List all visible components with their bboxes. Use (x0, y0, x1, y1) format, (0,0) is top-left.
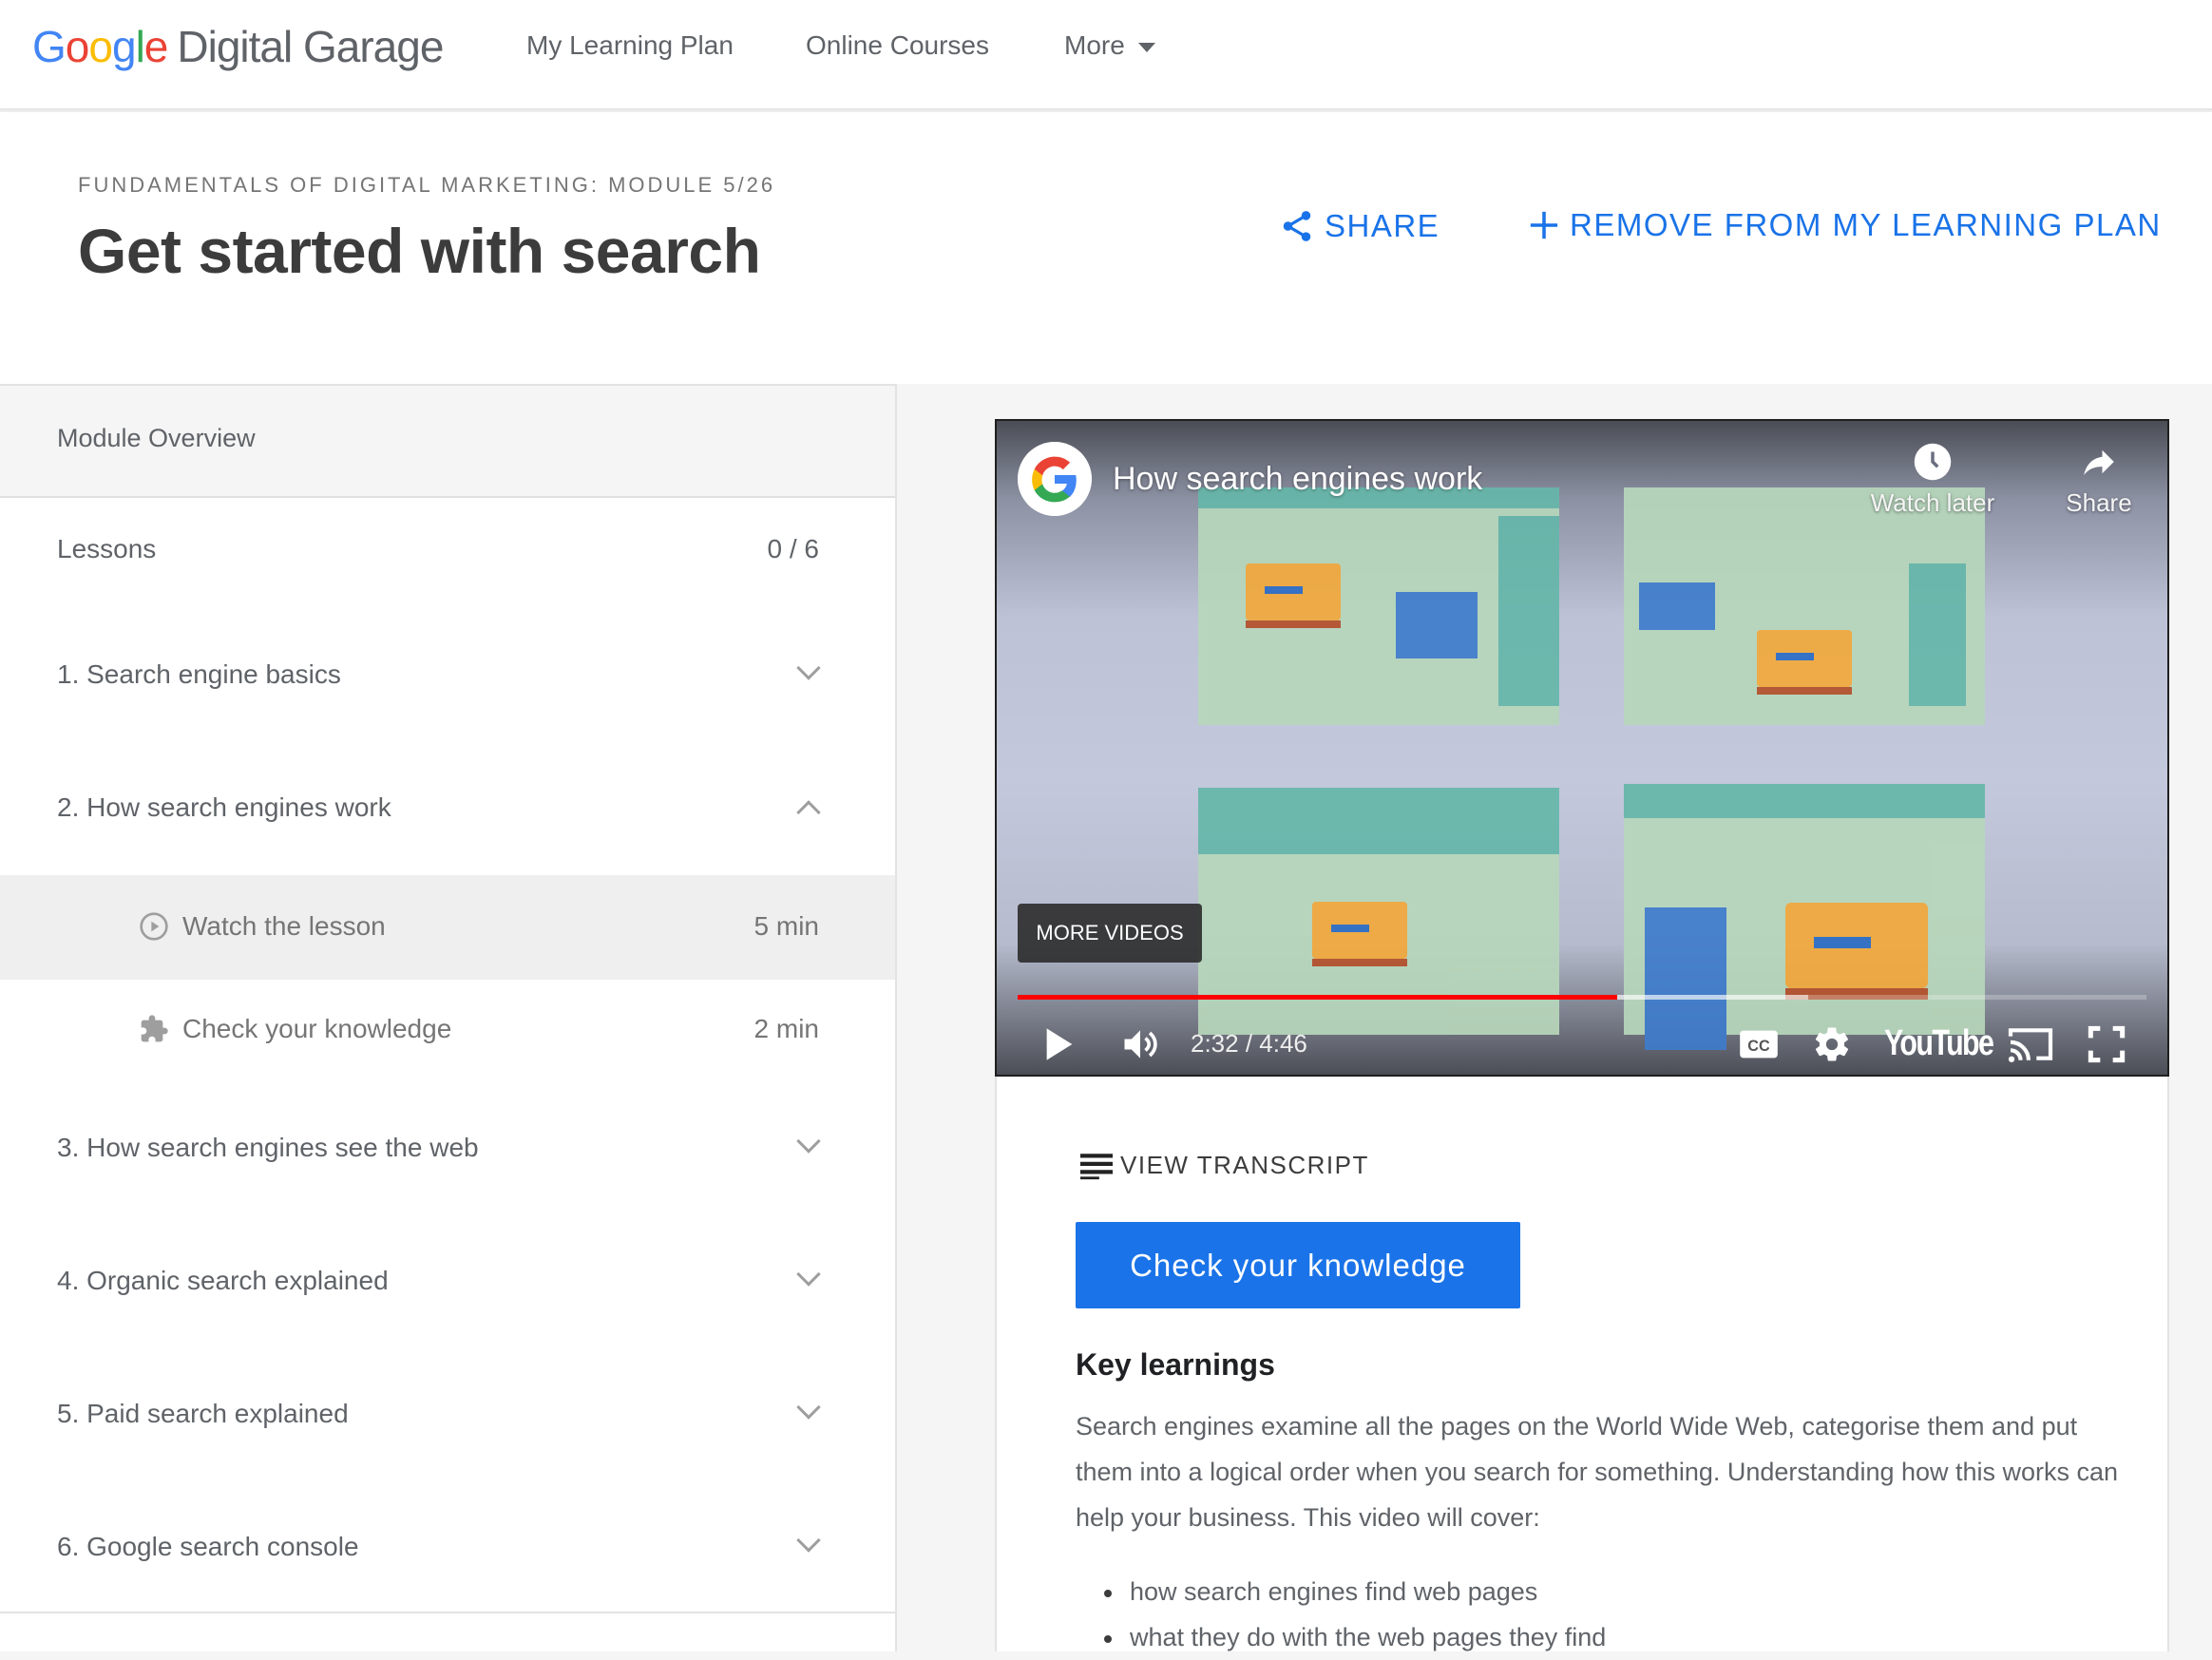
video-time: 2:32 / 4:46 (1191, 1029, 1307, 1058)
lesson-item-5[interactable]: 5. Paid search explained (0, 1376, 895, 1452)
lesson-label: 6. Google search console (57, 1532, 359, 1561)
lessons-progress: 0 / 6 (767, 534, 819, 563)
cc-icon: CC (1740, 1030, 1778, 1059)
share-icon (1283, 211, 1311, 241)
key-learnings-list: how search engines find web pages what t… (1104, 1569, 1606, 1660)
more-videos-button[interactable]: MORE VIDEOS (1018, 904, 1202, 963)
lesson-item-2[interactable]: 2. How search engines work (0, 770, 895, 846)
remove-label: REMOVE FROM MY LEARNING PLAN (1570, 207, 2162, 242)
video-share-button[interactable]: Share (2051, 442, 2146, 518)
lesson-sidebar: Module Overview Lessons 0 / 6 1. Search … (0, 384, 897, 1651)
lesson-label: 4. Organic search explained (57, 1266, 389, 1295)
subitem-duration: 5 min (753, 911, 819, 941)
logo-letter: l (135, 22, 145, 71)
lesson-label: 5. Paid search explained (57, 1399, 349, 1428)
sidebar-divider (0, 1612, 895, 1613)
subitem-check-knowledge[interactable]: Check your knowledge 2 min (0, 980, 895, 1084)
fullscreen-icon (2088, 1025, 2126, 1063)
remove-from-learning-plan-button[interactable]: REMOVE FROM MY LEARNING PLAN (1528, 207, 2162, 243)
share-label: SHARE (1325, 208, 1440, 243)
video-frame-panel (1624, 487, 1985, 725)
gear-icon (1815, 1027, 1849, 1061)
transcript-label: VIEW TRANSCRIPT (1120, 1151, 1369, 1179)
breadcrumb: FUNDAMENTALS OF DIGITAL MARKETING: MODUL… (78, 173, 776, 197)
svg-text:CC: CC (1747, 1038, 1770, 1055)
nav-online-courses[interactable]: Online Courses (806, 30, 989, 61)
subitem-label: Watch the lesson (182, 911, 386, 941)
page-title: Get started with search (78, 216, 761, 286)
watch-later-button[interactable]: Watch later (1861, 442, 2004, 518)
check-your-knowledge-button[interactable]: Check your knowledge (1076, 1222, 1520, 1308)
share-button[interactable]: SHARE (1279, 207, 1440, 245)
caret-down-icon (1137, 42, 1155, 52)
list-item: what they do with the web pages they fin… (1104, 1614, 1606, 1660)
logo-letter: o (88, 22, 113, 71)
clock-icon (1914, 443, 1952, 481)
logo-letter: G (32, 22, 67, 71)
subitem-watch-lesson[interactable]: Watch the lesson 5 min (0, 875, 895, 980)
nav-more-menu[interactable]: More (1064, 30, 1155, 61)
top-navigation-bar: Google Digital Garage My Learning Plan O… (0, 0, 2212, 110)
share-label: Share (2066, 488, 2132, 517)
lesson-item-6[interactable]: 6. Google search console (0, 1509, 895, 1585)
lessons-header: Lessons 0 / 6 (0, 526, 895, 574)
lesson-label: 3. How search engines see the web (57, 1133, 479, 1162)
video-player[interactable]: How search engines work Watch later Shar… (995, 419, 2169, 1077)
cast-icon (2008, 1028, 2053, 1062)
logo-suffix: Digital Garage (177, 22, 444, 71)
transcript-icon (1080, 1153, 1113, 1179)
volume-button[interactable] (1118, 1018, 1162, 1071)
module-overview-label: Module Overview (57, 424, 256, 452)
youtube-logo[interactable]: YouTube (1884, 1023, 1994, 1064)
key-learnings-text: Search engines examine all the pages on … (1076, 1412, 2119, 1532)
plus-icon (1530, 211, 1558, 239)
settings-button[interactable] (1812, 1018, 1852, 1071)
list-item: how search engines find web pages (1104, 1569, 1606, 1614)
google-digital-garage-logo[interactable]: Google Digital Garage (32, 21, 444, 78)
chevron-up-icon[interactable] (796, 800, 821, 825)
lessons-label: Lessons (57, 534, 157, 563)
subitem-label: Check your knowledge (182, 1014, 452, 1043)
module-overview-item[interactable]: Module Overview (0, 384, 895, 498)
lesson-label: 2. How search engines work (57, 792, 391, 822)
page-header: FUNDAMENTALS OF DIGITAL MARKETING: MODUL… (0, 112, 2212, 384)
watch-later-label: Watch later (1870, 488, 1995, 517)
chevron-down-icon[interactable] (796, 1395, 821, 1420)
video-title[interactable]: How search engines work (1113, 461, 1482, 498)
logo-letter: o (65, 22, 90, 71)
lesson-item-1[interactable]: 1. Search engine basics (0, 637, 895, 713)
google-channel-icon[interactable] (1018, 442, 1092, 516)
lesson-item-4[interactable]: 4. Organic search explained (0, 1243, 895, 1319)
subitem-duration: 2 min (753, 1014, 819, 1043)
volume-icon (1124, 1030, 1157, 1059)
view-transcript-button[interactable]: VIEW TRANSCRIPT (1080, 1151, 1369, 1180)
progress-played (1018, 995, 1617, 1000)
play-button[interactable] (1042, 1018, 1077, 1071)
nav-my-learning-plan[interactable]: My Learning Plan (526, 30, 734, 61)
chevron-down-icon[interactable] (796, 656, 821, 680)
play-icon (1046, 1028, 1073, 1060)
lesson-content: VIEW TRANSCRIPT Check your knowledge Key… (995, 1077, 2169, 1651)
lesson-item-3[interactable]: 3. How search engines see the web (0, 1110, 895, 1186)
video-progress-bar[interactable] (1018, 995, 2146, 1000)
share-arrow-icon (2084, 449, 2114, 475)
logo-letter: g (111, 22, 137, 71)
cast-button[interactable] (2006, 1018, 2055, 1071)
chevron-down-icon[interactable] (796, 1129, 821, 1154)
puzzle-icon (141, 1015, 168, 1042)
logo-letter: e (143, 22, 169, 71)
lesson-label: 1. Search engine basics (57, 659, 341, 689)
key-learnings-title: Key learnings (1076, 1347, 1275, 1382)
play-circle-icon (140, 912, 168, 941)
captions-button[interactable]: CC (1738, 1018, 1780, 1071)
chevron-down-icon[interactable] (796, 1528, 821, 1553)
video-frame-panel (1198, 487, 1559, 725)
fullscreen-button[interactable] (2088, 1018, 2126, 1071)
chevron-down-icon[interactable] (796, 1262, 821, 1287)
nav-more-label: More (1064, 30, 1125, 60)
